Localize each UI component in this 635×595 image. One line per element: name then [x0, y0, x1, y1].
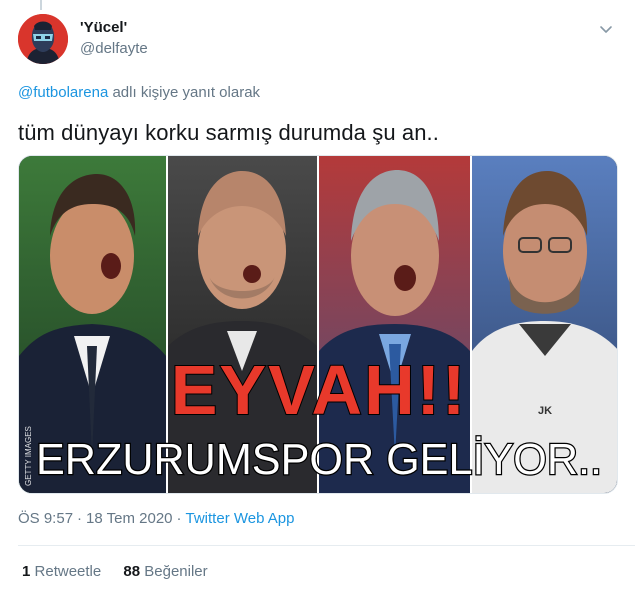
- tweet-time[interactable]: ÖS 9:57: [18, 510, 73, 527]
- meta-separator: ·: [176, 510, 182, 527]
- reply-context: @futbolarena adlı kişiye yanıt olarak: [18, 84, 260, 101]
- retweets-stat[interactable]: 1 Retweetle: [22, 563, 101, 580]
- divider: [18, 545, 635, 546]
- tweet-media-image[interactable]: JK GETTY IMAGES EYVAH!! ERZURUMSPOR GELİ…: [18, 155, 618, 494]
- user-handle[interactable]: @delfayte: [80, 40, 148, 57]
- photo-credit: GETTY IMAGES: [24, 426, 33, 486]
- subline-overlay: ERZURUMSPOR GELİYOR..: [36, 435, 602, 484]
- chevron-down-icon[interactable]: [597, 20, 615, 38]
- reply-context-text: adlı kişiye yanıt olarak: [108, 84, 261, 101]
- avatar[interactable]: [18, 14, 68, 64]
- retweets-count: 1: [22, 563, 31, 580]
- kit-badge-text: JK: [538, 405, 552, 417]
- tweet-source[interactable]: Twitter Web App: [186, 510, 295, 527]
- tweet-date[interactable]: 18 Tem 2020: [86, 510, 172, 527]
- tweet-stats: 1 Retweetle 88 Beğeniler: [22, 563, 226, 580]
- likes-label: Beğeniler: [144, 563, 208, 580]
- likes-count: 88: [123, 563, 141, 580]
- masked-face-avatar-icon: [18, 14, 68, 64]
- tweet-text: tüm dünyayı korku sarmış durumda şu an..: [18, 120, 439, 145]
- headline-overlay: EYVAH!!: [171, 351, 468, 429]
- tweet-header: 'Yücel' @delfayte: [18, 14, 621, 68]
- display-name[interactable]: 'Yücel': [80, 19, 127, 36]
- tweet-metadata: ÖS 9:57 · 18 Tem 2020 · Twitter Web App: [18, 510, 294, 527]
- retweets-label: Retweetle: [34, 563, 102, 580]
- thread-connector-line: [40, 0, 42, 10]
- reply-mention-link[interactable]: @futbolarena: [18, 84, 108, 101]
- meta-separator: ·: [77, 510, 83, 527]
- likes-stat[interactable]: 88 Beğeniler: [123, 563, 207, 580]
